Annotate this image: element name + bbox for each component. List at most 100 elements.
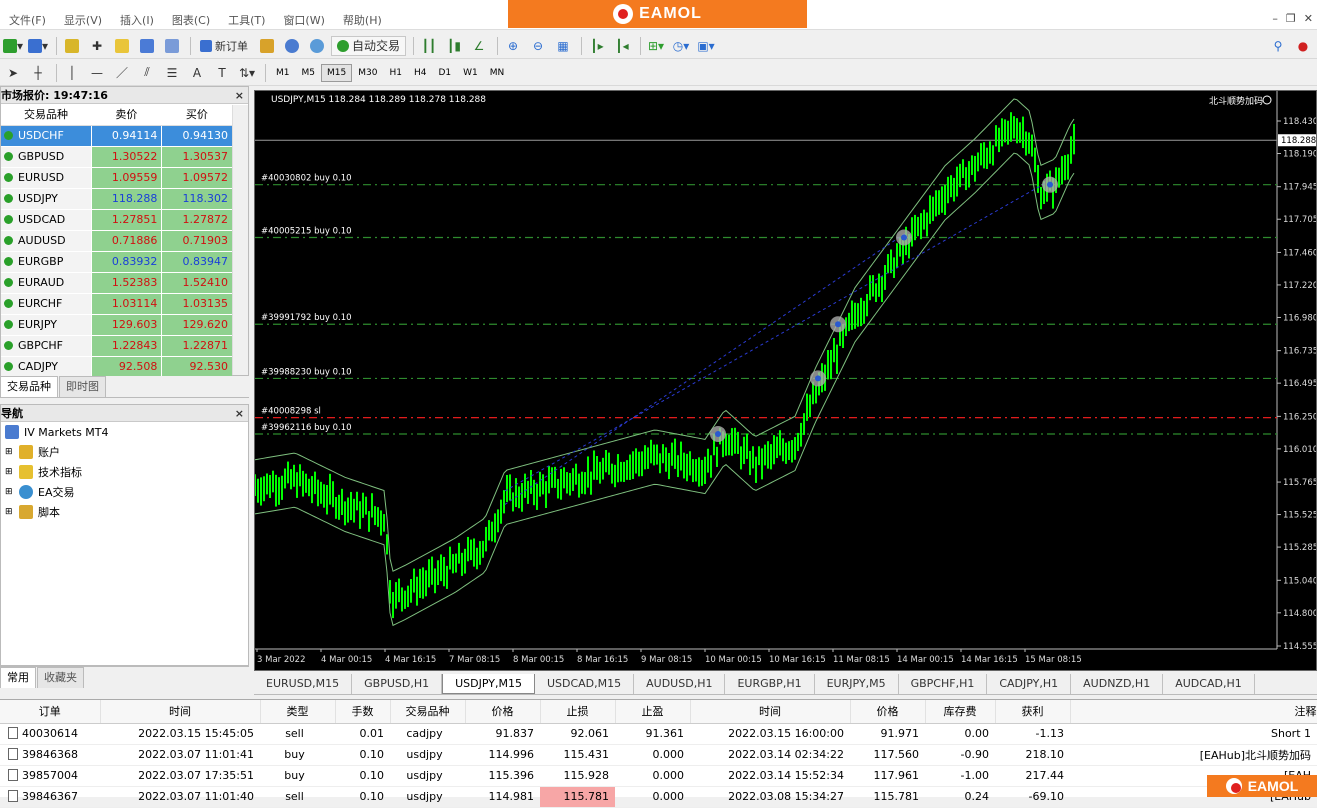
templates-icon[interactable]: ▣▾ — [695, 36, 717, 56]
history-header[interactable]: 获利 — [995, 700, 1071, 724]
market-watch-row[interactable]: EURUSD 1.09559 1.09572 — [1, 167, 232, 189]
market-watch-row[interactable]: EURCHF 1.03114 1.03135 — [1, 293, 232, 315]
history-header[interactable]: 手数 — [335, 700, 391, 724]
mw-header-ask[interactable]: 买价 — [161, 104, 232, 126]
autoscroll-icon[interactable]: ┃▸ — [586, 36, 608, 56]
vertical-line-icon[interactable]: │ — [61, 63, 83, 83]
market-watch-row[interactable]: EURJPY 129.603 129.620 — [1, 314, 232, 336]
data-window-icon[interactable]: ✚ — [86, 36, 108, 56]
history-header[interactable]: 价格 — [465, 700, 541, 724]
zoom-in-icon[interactable]: ⊕ — [502, 36, 524, 56]
market-watch-row[interactable]: USDCAD 1.27851 1.27872 — [1, 209, 232, 231]
navigator-root[interactable]: IV Markets MT4 — [1, 422, 248, 442]
cursor-icon[interactable]: ➤ — [2, 63, 24, 83]
timeframe-d1[interactable]: D1 — [432, 64, 457, 82]
symbol-cell[interactable]: GBPCHF — [1, 335, 91, 357]
expand-icon[interactable]: ⊞ — [5, 487, 19, 497]
menu-item[interactable]: 窗口(W) — [274, 12, 333, 30]
periods-icon[interactable]: ◷▾ — [670, 36, 692, 56]
globe-icon[interactable] — [306, 36, 328, 56]
history-header[interactable]: 库存费 — [925, 700, 996, 724]
chart-tab[interactable]: AUDNZD,H1 — [1071, 674, 1164, 694]
timeframe-w1[interactable]: W1 — [457, 64, 484, 82]
indicators-icon[interactable]: ⊞▾ — [645, 36, 667, 56]
history-header[interactable]: 止盈 — [615, 700, 691, 724]
symbol-cell[interactable]: EURCHF — [1, 293, 91, 315]
chart-tab[interactable]: GBPCHF,H1 — [899, 674, 988, 694]
line-chart-icon[interactable]: ∠ — [468, 36, 490, 56]
expand-icon[interactable]: ⊞ — [5, 507, 19, 517]
tab-common[interactable]: 常用 — [0, 667, 36, 688]
timeframe-m15[interactable]: M15 — [321, 63, 353, 82]
expand-icon[interactable]: ⊞ — [5, 467, 19, 477]
chart-tab[interactable]: EURGBP,H1 — [725, 674, 815, 694]
chart-tab[interactable]: USDCAD,M15 — [535, 674, 635, 694]
chart-shift-icon[interactable]: ┃◂ — [611, 36, 633, 56]
navigator-icon[interactable] — [111, 36, 133, 56]
market-watch-icon[interactable] — [61, 36, 83, 56]
chart-canvas[interactable]: USDJPY,M15 118.284 118.289 118.278 118.2… — [254, 91, 1317, 670]
history-header[interactable]: 订单 — [0, 700, 101, 724]
chart-tab[interactable]: EURUSD,M15 — [254, 674, 353, 694]
symbol-cell[interactable]: EURJPY — [1, 314, 91, 336]
new-chart-icon[interactable]: ▾ — [2, 36, 24, 56]
history-header[interactable]: 止损 — [540, 700, 616, 724]
history-header[interactable]: 时间 — [100, 700, 261, 724]
symbol-cell[interactable]: USDCHF — [1, 125, 91, 147]
chart-tab[interactable]: AUDCAD,H1 — [1163, 674, 1255, 694]
menu-item[interactable]: 插入(I) — [111, 12, 163, 30]
menu-item[interactable]: 显示(V) — [55, 12, 111, 30]
navigator-item-scripts[interactable]: ⊞ 脚本 — [1, 502, 248, 522]
timeframe-m30[interactable]: M30 — [352, 64, 383, 82]
market-watch-row[interactable]: USDJPY 118.288 118.302 — [1, 188, 232, 210]
timeframe-m1[interactable]: M1 — [270, 64, 296, 82]
history-row[interactable]: 40030614 2022.03.15 15:45:05 sell 0.01 cadjp… — [0, 723, 1317, 745]
close-icon[interactable]: × — [235, 407, 244, 420]
chart-tab[interactable]: AUDUSD,H1 — [634, 674, 726, 694]
crosshair-icon[interactable]: ┼ — [27, 63, 49, 83]
text-label-icon[interactable]: T — [211, 63, 233, 83]
profiles-icon[interactable]: ▾ — [27, 36, 49, 56]
chart-tab[interactable]: USDJPY,M15 — [442, 674, 535, 694]
price-chart[interactable]: USDJPY,M15 118.284 118.289 118.278 118.2… — [254, 90, 1317, 671]
tab-favorites[interactable]: 收藏夹 — [37, 667, 84, 688]
timeframe-m5[interactable]: M5 — [296, 64, 322, 82]
expand-icon[interactable]: ⊞ — [5, 447, 19, 457]
history-header[interactable]: 类型 — [260, 700, 336, 724]
market-watch-row[interactable]: GBPCHF 1.22843 1.22871 — [1, 335, 232, 357]
menu-item[interactable]: 图表(C) — [163, 12, 219, 30]
menu-item[interactable]: 工具(T) — [219, 12, 274, 30]
symbol-cell[interactable]: CADJPY — [1, 356, 91, 378]
timeframe-h4[interactable]: H4 — [408, 64, 433, 82]
autotrade-button[interactable]: 自动交易 — [331, 35, 407, 56]
menu-item[interactable]: 帮助(H) — [334, 12, 391, 30]
tab-symbols[interactable]: 交易品种 — [0, 376, 58, 397]
symbol-cell[interactable]: EURUSD — [1, 167, 91, 189]
history-header[interactable]: 价格 — [850, 700, 926, 724]
history-row[interactable]: 39846368 2022.03.07 11:01:41 buy 0.10 usdjpy… — [0, 744, 1317, 766]
tester-icon[interactable] — [161, 36, 183, 56]
notifications-icon[interactable]: ● — [1292, 36, 1314, 56]
arrows-icon[interactable]: ⇅▾ — [236, 63, 258, 83]
symbol-cell[interactable]: EURGBP — [1, 251, 91, 273]
history-row[interactable]: 39857004 2022.03.07 17:35:51 buy 0.10 usdjpy… — [0, 765, 1317, 787]
market-watch-row[interactable]: CADJPY 92.508 92.530 — [1, 356, 232, 378]
history-header[interactable]: 交易品种 — [390, 700, 466, 724]
navigator-item-indicators[interactable]: ⊞ 技术指标 — [1, 462, 248, 482]
close-icon[interactable]: × — [235, 89, 244, 102]
market-watch-row[interactable]: GBPUSD 1.30522 1.30537 — [1, 146, 232, 168]
trendline-icon[interactable]: ／ — [111, 63, 133, 83]
navigator-item-ea[interactable]: ⊞ EA交易 — [1, 482, 248, 502]
mw-header-symbol[interactable]: 交易品种 — [1, 104, 91, 126]
history-header[interactable]: 注释 — [1070, 700, 1317, 724]
market-watch-row[interactable]: EURAUD 1.52383 1.52410 — [1, 272, 232, 294]
text-icon[interactable]: A — [186, 63, 208, 83]
symbol-cell[interactable]: AUDUSD — [1, 230, 91, 252]
tile-windows-icon[interactable]: ▦ — [552, 36, 574, 56]
horizontal-line-icon[interactable]: — — [86, 63, 108, 83]
candlestick-icon[interactable]: ┃▮ — [443, 36, 465, 56]
minimize-icon[interactable]: – — [1272, 12, 1278, 25]
chart-tab[interactable]: EURJPY,M5 — [815, 674, 899, 694]
market-watch-row[interactable]: USDCHF 0.94114 0.94130 — [1, 125, 232, 147]
chart-tab[interactable]: CADJPY,H1 — [987, 674, 1072, 694]
